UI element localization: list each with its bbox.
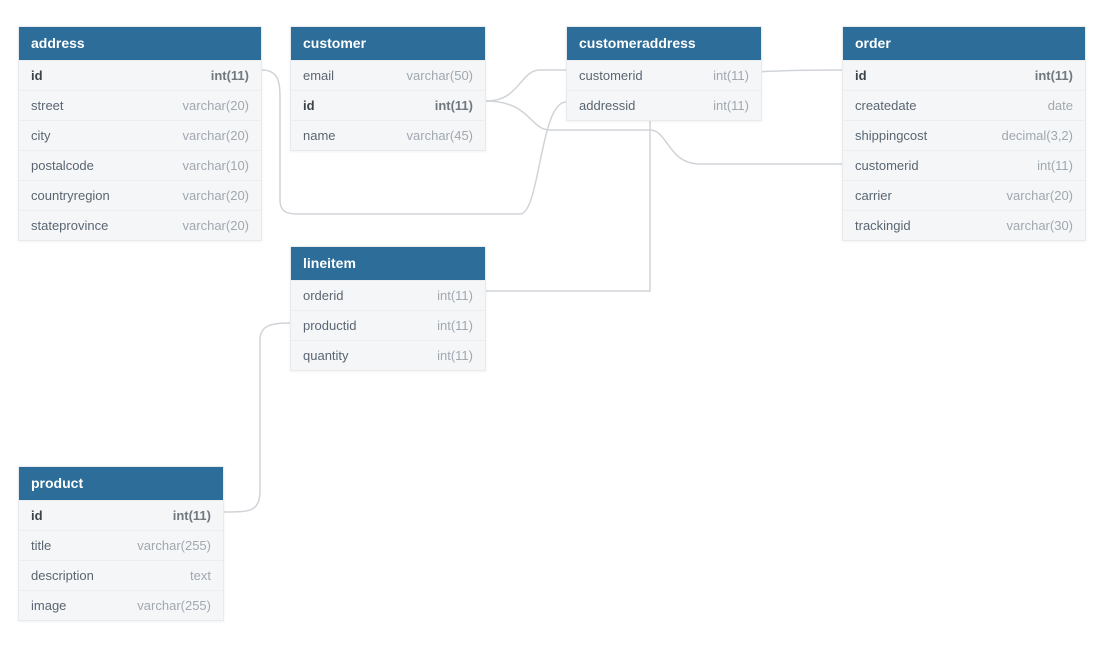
column-row: customerid int(11) <box>843 150 1085 180</box>
column-name: createdate <box>855 98 916 113</box>
column-type: int(11) <box>437 318 473 333</box>
column-name: orderid <box>303 288 343 303</box>
column-row: postalcode varchar(10) <box>19 150 261 180</box>
table-header-lineitem: lineitem <box>291 247 485 280</box>
table-header-customeraddress: customeraddress <box>567 27 761 60</box>
column-name: stateprovince <box>31 218 108 233</box>
column-type: int(11) <box>713 98 749 113</box>
column-type: decimal(3,2) <box>1001 128 1073 143</box>
table-product[interactable]: product id int(11) title varchar(255) de… <box>18 466 224 621</box>
column-row: shippingcost decimal(3,2) <box>843 120 1085 150</box>
column-name: carrier <box>855 188 892 203</box>
column-name: email <box>303 68 334 83</box>
column-type: varchar(10) <box>183 158 249 173</box>
table-header-product: product <box>19 467 223 500</box>
column-row: countryregion varchar(20) <box>19 180 261 210</box>
column-row: createdate date <box>843 90 1085 120</box>
table-header-customer: customer <box>291 27 485 60</box>
column-type: varchar(45) <box>407 128 473 143</box>
column-type: varchar(255) <box>137 598 211 613</box>
column-name: street <box>31 98 64 113</box>
column-name: title <box>31 538 51 553</box>
column-type: varchar(20) <box>1007 188 1073 203</box>
column-name: countryregion <box>31 188 110 203</box>
column-name: id <box>31 508 43 523</box>
column-type: int(11) <box>1037 158 1073 173</box>
column-name: city <box>31 128 51 143</box>
table-customeraddress[interactable]: customeraddress customerid int(11) addre… <box>566 26 762 121</box>
column-row: id int(11) <box>19 60 261 90</box>
table-lineitem[interactable]: lineitem orderid int(11) productid int(1… <box>290 246 486 371</box>
column-type: text <box>190 568 211 583</box>
column-row: name varchar(45) <box>291 120 485 150</box>
column-type: int(11) <box>437 348 473 363</box>
table-customer[interactable]: customer email varchar(50) id int(11) na… <box>290 26 486 151</box>
column-name: quantity <box>303 348 349 363</box>
table-order[interactable]: order id int(11) createdate date shippin… <box>842 26 1086 241</box>
column-name: postalcode <box>31 158 94 173</box>
table-address[interactable]: address id int(11) street varchar(20) ci… <box>18 26 262 241</box>
column-name: shippingcost <box>855 128 927 143</box>
column-type: int(11) <box>435 98 473 113</box>
column-name: id <box>31 68 43 83</box>
column-row: street varchar(20) <box>19 90 261 120</box>
column-name: addressid <box>579 98 635 113</box>
column-row: id int(11) <box>19 500 223 530</box>
column-type: int(11) <box>713 68 749 83</box>
column-name: customerid <box>855 158 919 173</box>
column-type: varchar(255) <box>137 538 211 553</box>
column-row: description text <box>19 560 223 590</box>
column-name: image <box>31 598 66 613</box>
column-row: stateprovince varchar(20) <box>19 210 261 240</box>
column-row: productid int(11) <box>291 310 485 340</box>
column-type: varchar(20) <box>183 188 249 203</box>
column-row: image varchar(255) <box>19 590 223 620</box>
column-name: productid <box>303 318 356 333</box>
column-row: id int(11) <box>843 60 1085 90</box>
column-row: carrier varchar(20) <box>843 180 1085 210</box>
column-name: name <box>303 128 336 143</box>
column-name: description <box>31 568 94 583</box>
column-row: quantity int(11) <box>291 340 485 370</box>
column-row: customerid int(11) <box>567 60 761 90</box>
column-type: int(11) <box>173 508 211 523</box>
column-type: varchar(30) <box>1007 218 1073 233</box>
column-row: addressid int(11) <box>567 90 761 120</box>
column-type: date <box>1048 98 1073 113</box>
column-row: orderid int(11) <box>291 280 485 310</box>
column-name: trackingid <box>855 218 911 233</box>
column-type: varchar(20) <box>183 98 249 113</box>
column-row: trackingid varchar(30) <box>843 210 1085 240</box>
column-row: id int(11) <box>291 90 485 120</box>
table-header-address: address <box>19 27 261 60</box>
column-type: int(11) <box>1035 68 1073 83</box>
column-type: varchar(50) <box>407 68 473 83</box>
column-row: city varchar(20) <box>19 120 261 150</box>
column-name: id <box>303 98 315 113</box>
column-type: int(11) <box>437 288 473 303</box>
column-name: id <box>855 68 867 83</box>
table-header-order: order <box>843 27 1085 60</box>
column-type: varchar(20) <box>183 128 249 143</box>
column-name: customerid <box>579 68 643 83</box>
column-type: varchar(20) <box>183 218 249 233</box>
column-row: title varchar(255) <box>19 530 223 560</box>
column-type: int(11) <box>211 68 249 83</box>
column-row: email varchar(50) <box>291 60 485 90</box>
